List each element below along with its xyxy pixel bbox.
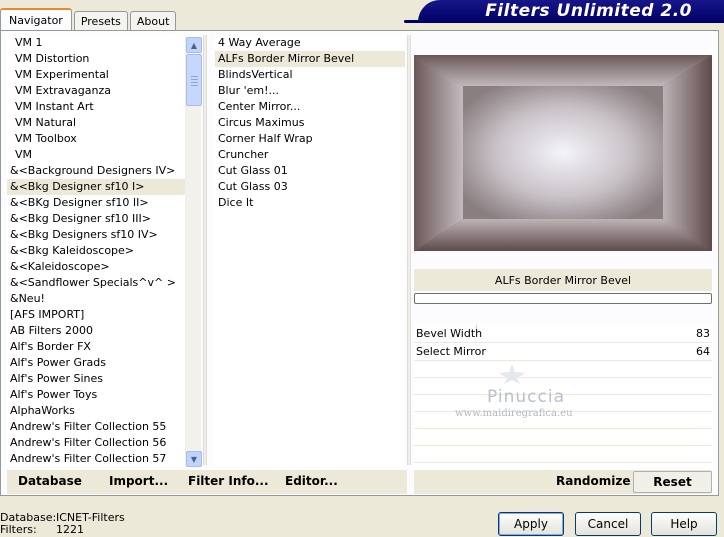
database-info: Database: ICNET-Filters Filters: 1221 [0, 512, 125, 536]
category-item[interactable]: VM Distortion [7, 51, 185, 67]
progress-bar [414, 293, 712, 304]
editor-button[interactable]: Editor... [285, 474, 338, 488]
filter-list[interactable]: 4 Way Average ALFs Border Mirror Bevel Bli… [215, 35, 405, 467]
category-item[interactable]: &Neu! [7, 291, 185, 307]
tab-about[interactable]: About [129, 11, 177, 30]
selected-filter-name: ALFs Border Mirror Bevel [414, 269, 712, 291]
filter-item[interactable]: Center Mirror... [215, 99, 405, 115]
import-button[interactable]: Import... [109, 474, 168, 488]
filter-item[interactable]: Circus Maximus [215, 115, 405, 131]
category-item[interactable]: &<Kaleidoscope> [7, 259, 185, 275]
param-slot-empty [414, 412, 712, 429]
category-item[interactable]: VM Experimental [7, 67, 185, 83]
category-item[interactable]: Andrew's Filter Collection 57 [7, 451, 185, 467]
param-slot-empty [414, 378, 712, 395]
tab-bar: Navigator Presets About [0, 8, 178, 30]
param-label: Bevel Width [416, 327, 483, 340]
category-item[interactable]: &<Background Designers IV> [7, 163, 185, 179]
category-item[interactable]: Andrew's Filter Collection 55 [7, 419, 185, 435]
filter-item[interactable]: Cut Glass 01 [215, 163, 405, 179]
randomize-button[interactable]: Randomize [556, 474, 630, 488]
category-item[interactable]: &<Bkg Kaleidoscope> [7, 243, 185, 259]
filters-count-label: Filters: [0, 523, 37, 536]
filter-item[interactable]: Cut Glass 03 [215, 179, 405, 195]
selected-filter-label: ALFs Border Mirror Bevel [494, 273, 632, 287]
filter-item[interactable]: BlindsVertical [215, 67, 405, 83]
category-item[interactable]: VM [7, 147, 185, 163]
category-item[interactable]: [AFS IMPORT] [7, 307, 185, 323]
category-item[interactable]: VM Instant Art [7, 99, 185, 115]
filter-preview-image [414, 55, 712, 251]
param-bevel-width[interactable]: Bevel Width 83 [414, 325, 712, 343]
filter-item[interactable]: Dice It [215, 195, 405, 211]
category-item[interactable]: &<Bkg Designers sf10 IV> [7, 227, 185, 243]
category-item[interactable]: &<Bkg Designer sf10 I> [7, 179, 185, 195]
category-item[interactable]: Alf's Power Sines [7, 371, 185, 387]
filter-info-button[interactable]: Filter Info... [188, 474, 269, 488]
category-item[interactable]: &<Bkg Designer sf10 III> [7, 211, 185, 227]
apply-button[interactable]: Apply [498, 512, 564, 536]
category-scrollbar[interactable]: ▲ ▼ [185, 37, 202, 467]
category-item[interactable]: Alf's Border FX [7, 339, 185, 355]
bottom-toolbar: Database Import... Filter Info... Editor… [1, 469, 718, 495]
filters-count-value: 1221 [56, 523, 84, 536]
category-item[interactable]: Alf's Power Toys [7, 387, 185, 403]
filter-item[interactable]: ALFs Border Mirror Bevel [215, 51, 405, 67]
help-button[interactable]: Help [651, 512, 717, 536]
param-select-mirror[interactable]: Select Mirror 64 [414, 343, 712, 361]
list-divider [203, 35, 207, 465]
category-item[interactable]: Alf's Power Grads [7, 355, 185, 371]
param-label: Select Mirror [416, 345, 486, 358]
tab-presets[interactable]: Presets [73, 11, 128, 30]
database-button[interactable]: Database [18, 474, 82, 488]
cancel-button[interactable]: Cancel [575, 512, 641, 536]
category-item[interactable]: AlphaWorks [7, 403, 185, 419]
category-item[interactable]: AB Filters 2000 [7, 323, 185, 339]
category-list[interactable]: VM 1 VM Distortion VM Experimental VM Extra… [7, 35, 185, 467]
param-slot-empty [414, 429, 712, 446]
scroll-up-button[interactable]: ▲ [186, 37, 202, 53]
param-slot-empty [414, 395, 712, 412]
reset-label: Reset [653, 475, 692, 489]
category-item[interactable]: VM Natural [7, 115, 185, 131]
tab-navigator[interactable]: Navigator [0, 8, 72, 30]
parameter-list: Bevel Width 83 Select Mirror 64 [414, 325, 712, 480]
preview-divider [407, 35, 411, 465]
app-title: Filters Unlimited 2.0 [485, 1, 692, 21]
category-item[interactable]: &<Sandflower Specials^v^ > [7, 275, 185, 291]
navigator-panel: VM 1 VM Distortion VM Experimental VM Extra… [0, 30, 719, 496]
param-value: 64 [696, 345, 710, 358]
scroll-down-button[interactable]: ▼ [186, 451, 202, 467]
category-item[interactable]: &<BKg Designer sf10 II> [7, 195, 185, 211]
category-item[interactable]: VM Extravaganza [7, 83, 185, 99]
scroll-thumb[interactable] [186, 54, 202, 106]
filter-item[interactable]: Corner Half Wrap [215, 131, 405, 147]
filter-item[interactable]: Blur 'em!... [215, 83, 405, 99]
filter-item[interactable]: 4 Way Average [215, 35, 405, 51]
category-item[interactable]: Andrew's Filter Collection 56 [7, 435, 185, 451]
param-slot-empty [414, 446, 712, 463]
category-item[interactable]: VM Toolbox [7, 131, 185, 147]
filter-item[interactable]: Cruncher [215, 147, 405, 163]
app-title-banner: Filters Unlimited 2.0 [418, 0, 724, 22]
reset-button[interactable]: Reset [633, 471, 712, 493]
param-slot-empty [414, 361, 712, 378]
category-item[interactable]: VM 1 [7, 35, 185, 51]
param-value: 83 [696, 327, 710, 340]
